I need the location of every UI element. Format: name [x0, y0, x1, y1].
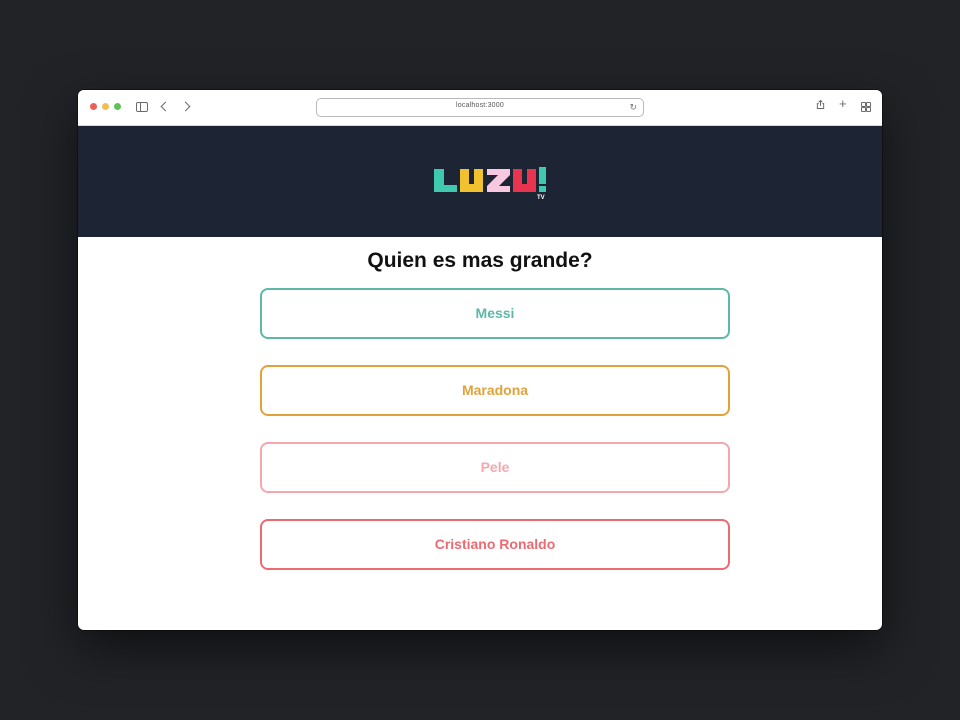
answer-option-button[interactable]: Maradona [260, 365, 730, 416]
site-header: TV [78, 126, 882, 237]
reload-icon[interactable]: ↻ [629, 101, 637, 113]
question-heading: Quien es mas grande? [367, 249, 593, 272]
zoom-window-button[interactable] [114, 103, 121, 110]
logo-letter-l [434, 169, 457, 192]
logo-letter-u [460, 169, 483, 192]
sidebar-toggle-icon[interactable] [136, 102, 148, 112]
luzu-tv-logo: TV [434, 167, 546, 201]
tab-overview-icon[interactable] [861, 102, 871, 112]
logo-exclamation [539, 167, 546, 192]
minimize-window-button[interactable] [102, 103, 109, 110]
logo-letter-z [487, 169, 510, 192]
share-icon[interactable] [816, 100, 825, 109]
back-icon[interactable] [160, 101, 171, 112]
close-window-button[interactable] [90, 103, 97, 110]
answer-option-button[interactable]: Cristiano Ronaldo [260, 519, 730, 570]
answer-option-button[interactable]: Messi [260, 288, 730, 339]
address-bar[interactable]: localhost:3000 ↻ [316, 98, 644, 117]
browser-window: localhost:3000 ↻ + TV Quien es mas grand… [78, 90, 882, 630]
logo-tv-text: TV [537, 195, 545, 201]
browser-toolbar: localhost:3000 ↻ + [78, 90, 882, 126]
new-tab-icon[interactable]: + [839, 97, 847, 111]
answer-option-button[interactable]: Pele [260, 442, 730, 493]
url-text: localhost:3000 [456, 102, 504, 109]
forward-icon[interactable] [180, 101, 191, 112]
logo-letter-u2 [513, 169, 536, 192]
